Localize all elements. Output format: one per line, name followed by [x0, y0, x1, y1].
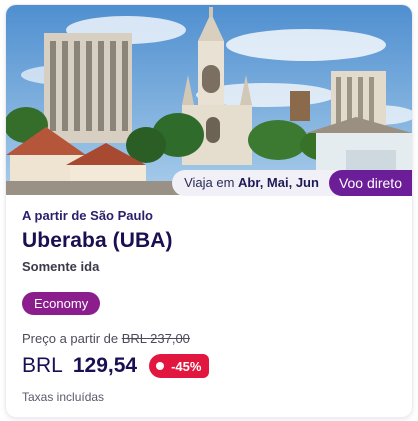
- origin-text: A partir de São Paulo: [22, 208, 153, 223]
- direct-flight-badge: Voo direto: [328, 170, 412, 196]
- travel-prefix: Viaja em: [184, 175, 235, 190]
- old-price: BRL 237,00: [121, 331, 190, 346]
- travel-months: Abr, Mai, Jun: [238, 175, 319, 190]
- trip-type: Somente ida: [22, 259, 100, 274]
- destination-title[interactable]: Uberaba (UBA): [22, 229, 396, 253]
- travel-badges: Viaja em Abr, Mai, Jun Voo direto: [172, 170, 412, 196]
- price-amount: 129,54: [72, 354, 138, 377]
- from-price-label: Preço a partir de: [22, 331, 119, 346]
- discount-tag: -45%: [149, 354, 210, 378]
- price-currency: BRL: [22, 354, 63, 377]
- from-price-line: Preço a partir de BRL 237,00: [22, 331, 396, 346]
- flight-offer-card[interactable]: Viaja em Abr, Mai, Jun Voo direto A part…: [6, 5, 412, 417]
- destination-photo: [6, 5, 412, 195]
- cabin-class-badge: Economy: [22, 292, 101, 315]
- tag-hole-icon: [156, 362, 165, 370]
- discount-value: -45%: [171, 358, 202, 374]
- taxes-note: Taxas incluídas: [22, 390, 105, 404]
- price-row: BRL 129,54 -45%: [22, 354, 396, 378]
